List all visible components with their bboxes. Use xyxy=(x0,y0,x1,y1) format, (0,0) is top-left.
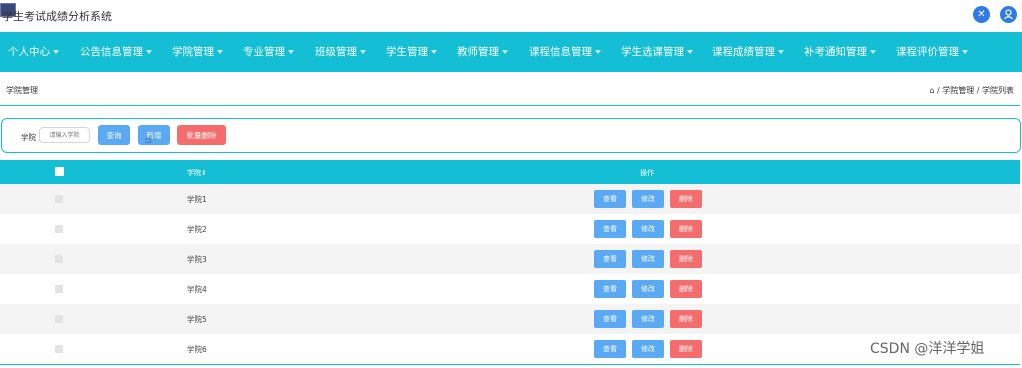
chevron-down-icon xyxy=(595,50,601,54)
row-view-button[interactable]: 查看 xyxy=(594,220,626,238)
table-row: 学院4 查看 修改 删除 xyxy=(0,274,1020,305)
row-view-button[interactable]: 查看 xyxy=(594,310,626,328)
row-delete-button[interactable]: 删除 xyxy=(670,190,702,208)
row-checkbox[interactable] xyxy=(55,225,63,233)
table-row: 学院6 查看 修改 删除 xyxy=(0,334,1020,365)
column-header-name[interactable]: 学院⇕ xyxy=(187,168,207,178)
row-college-name: 学院5 xyxy=(187,315,207,324)
top-bar: 学生考试成绩分析系统 ✕ xyxy=(0,0,1022,32)
chevron-down-icon xyxy=(870,50,876,54)
select-all-checkbox[interactable] xyxy=(55,167,64,176)
chevron-down-icon xyxy=(687,50,693,54)
nav-item-9[interactable]: 课程成绩管理 xyxy=(712,32,784,72)
row-delete-button[interactable]: 删除 xyxy=(670,310,702,328)
nav-item-label: 课程成绩管理 xyxy=(712,46,775,58)
chevron-down-icon xyxy=(217,50,223,54)
column-header-actions: 操作 xyxy=(640,169,654,177)
nav-item-label: 课程评价管理 xyxy=(896,46,959,58)
nav-item-label: 教师管理 xyxy=(457,46,499,58)
row-checkbox[interactable] xyxy=(55,285,63,293)
nav-item-label: 班级管理 xyxy=(315,46,357,58)
batch-delete-button[interactable]: 批量删除 xyxy=(177,125,226,145)
row-view-button[interactable]: 查看 xyxy=(594,250,626,268)
row-edit-button[interactable]: 修改 xyxy=(632,340,664,358)
row-edit-button[interactable]: 修改 xyxy=(632,310,664,328)
row-college-name: 学院6 xyxy=(187,345,207,354)
row-delete-button[interactable]: 删除 xyxy=(670,250,702,268)
nav-item-10[interactable]: 补考通知管理 xyxy=(804,32,876,72)
row-edit-button[interactable]: 修改 xyxy=(632,280,664,298)
chevron-down-icon xyxy=(962,50,968,54)
nav-item-label: 个人中心 xyxy=(8,46,50,58)
nav-item-2[interactable]: 学院管理 xyxy=(172,32,223,72)
chevron-down-icon xyxy=(431,50,437,54)
row-checkbox[interactable] xyxy=(55,255,63,263)
page-title: 学院管理 xyxy=(6,86,38,95)
nav-item-label: 公告信息管理 xyxy=(80,46,143,58)
chevron-down-icon xyxy=(502,50,508,54)
nav-item-5[interactable]: 学生管理 xyxy=(386,32,437,72)
nav-item-8[interactable]: 学生选课管理 xyxy=(621,32,693,72)
row-delete-button[interactable]: 删除 xyxy=(670,280,702,298)
table-header: 学院⇕ 操作 xyxy=(0,160,1020,184)
nav-item-3[interactable]: 专业管理 xyxy=(243,32,294,72)
row-delete-button[interactable]: 删除 xyxy=(670,340,702,358)
table-row: 学院3 查看 修改 删除 xyxy=(0,244,1020,275)
chevron-down-icon xyxy=(146,50,152,54)
row-college-name: 学院1 xyxy=(187,195,207,204)
chevron-down-icon xyxy=(288,50,294,54)
breadcrumb[interactable]: ⌂ / 学院管理 / 学院列表 xyxy=(929,85,1014,96)
expand-icon[interactable]: ✕ xyxy=(973,6,990,23)
nav-item-4[interactable]: 班级管理 xyxy=(315,32,366,72)
nav-item-label: 学生选课管理 xyxy=(621,46,684,58)
row-college-name: 学院2 xyxy=(187,225,207,234)
search-input[interactable] xyxy=(39,127,90,143)
chevron-down-icon xyxy=(53,50,59,54)
row-edit-button[interactable]: 修改 xyxy=(632,250,664,268)
row-checkbox[interactable] xyxy=(55,315,63,323)
breadcrumb-bar: 学院管理 ⌂ / 学院管理 / 学院列表 xyxy=(0,74,1020,106)
nav-item-label: 补考通知管理 xyxy=(804,46,867,58)
table-row: 学院2 查看 修改 删除 xyxy=(0,214,1020,245)
nav-item-label: 课程信息管理 xyxy=(529,46,592,58)
row-delete-button[interactable]: 删除 xyxy=(670,220,702,238)
nav-item-7[interactable]: 课程信息管理 xyxy=(529,32,601,72)
row-view-button[interactable]: 查看 xyxy=(594,340,626,358)
search-label: 学院 xyxy=(21,133,36,142)
row-college-name: 学院4 xyxy=(187,285,207,294)
chevron-down-icon xyxy=(778,50,784,54)
user-icon[interactable] xyxy=(1000,6,1017,23)
nav-item-label: 学生管理 xyxy=(386,46,428,58)
row-checkbox[interactable] xyxy=(55,345,63,353)
chevron-down-icon xyxy=(360,50,366,54)
mouse-cursor-icon: ☝ xyxy=(145,133,152,146)
row-view-button[interactable]: 查看 xyxy=(594,280,626,298)
nav-item-label: 专业管理 xyxy=(243,46,285,58)
nav-item-0[interactable]: 个人中心 xyxy=(8,32,59,72)
nav-item-6[interactable]: 教师管理 xyxy=(457,32,508,72)
nav-item-11[interactable]: 课程评价管理 xyxy=(896,32,968,72)
query-button[interactable]: 查询 xyxy=(98,125,130,145)
table-row: 学院5 查看 修改 删除 xyxy=(0,304,1020,335)
row-college-name: 学院3 xyxy=(187,255,207,264)
watermark: CSDN @洋洋学姐 xyxy=(870,341,985,357)
table-row: 学院1 查看 修改 删除 xyxy=(0,184,1020,215)
row-view-button[interactable]: 查看 xyxy=(594,190,626,208)
nav-item-1[interactable]: 公告信息管理 xyxy=(80,32,152,72)
row-edit-button[interactable]: 修改 xyxy=(632,220,664,238)
nav-item-label: 学院管理 xyxy=(172,46,214,58)
row-edit-button[interactable]: 修改 xyxy=(632,190,664,208)
row-checkbox[interactable] xyxy=(55,195,63,203)
app-title: 学生考试成绩分析系统 xyxy=(2,10,112,23)
main-nav: 个人中心 公告信息管理 学院管理 专业管理 班级管理 学生管理 教师管理 课程信息管理 学生选课… xyxy=(0,32,1022,72)
